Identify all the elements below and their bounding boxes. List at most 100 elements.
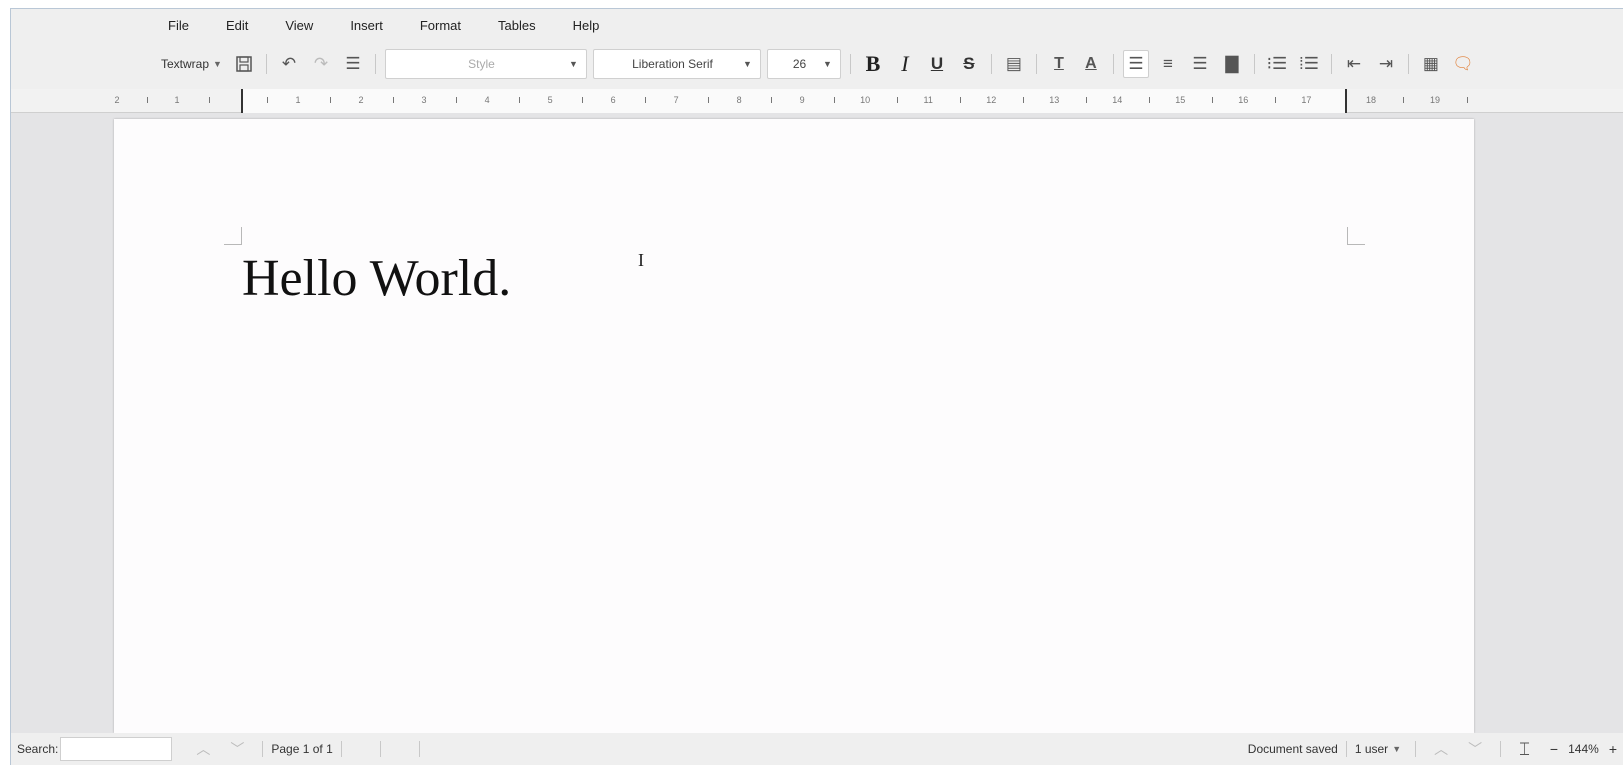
document-status: Document saved <box>1247 742 1338 756</box>
highlight-icon[interactable]: A <box>1078 50 1104 78</box>
ruler-tick <box>1022 97 1024 103</box>
font-size-select[interactable]: 26 ▼ <box>766 49 841 79</box>
statusbar-divider <box>262 741 264 757</box>
ruler-number: 12 <box>986 95 997 105</box>
menubar: File Edit View Insert Format Tables Help <box>11 9 1623 41</box>
ruler-number: 1 <box>174 95 180 105</box>
search-label: Search: <box>17 742 59 756</box>
toolbar-divider <box>374 54 376 74</box>
statusbar-divider <box>379 741 381 757</box>
align-center-icon[interactable]: ≡ <box>1155 50 1181 78</box>
menu-view[interactable]: View <box>285 18 313 33</box>
ruler-number: 2 <box>114 95 120 105</box>
ruler-number: 9 <box>799 95 805 105</box>
style-select-value: Style <box>468 57 495 71</box>
ruler-number: 2 <box>358 95 364 105</box>
toolbar: Textwrap ▼ ↶ ↷ ☰ Style ▼ Liberation Seri… <box>11 45 1623 83</box>
document-workspace: Hello World. I <box>11 113 1623 733</box>
ruler-tick <box>959 97 961 103</box>
align-right-icon[interactable]: ☰ <box>1187 50 1213 78</box>
document-text[interactable]: Hello World. <box>242 249 511 308</box>
page-info: Page 1 of 1 <box>271 742 333 756</box>
chevron-up-icon[interactable]: ︿ <box>1434 739 1448 759</box>
justify-icon[interactable]: ▇ <box>1219 50 1245 78</box>
ruler-tick <box>455 97 457 103</box>
margin-corner-mark <box>1347 227 1365 245</box>
ruler-tick <box>1403 97 1404 103</box>
fit-page-icon[interactable]: ⌶ <box>1519 739 1530 760</box>
comment-icon[interactable]: 🗨 <box>1450 50 1476 78</box>
search-input[interactable] <box>60 737 173 761</box>
ruler-tick <box>329 97 331 103</box>
ruler-number: 15 <box>1175 95 1186 105</box>
statusbar: Search: ︿ ﹀ Page 1 of 1 Document saved 1… <box>11 733 1623 765</box>
toolbar-divider <box>1253 54 1255 74</box>
numbered-list-icon[interactable]: ⁞☰ <box>1296 50 1322 78</box>
ruler-number: 14 <box>1112 95 1123 105</box>
chevron-down-icon: ▼ <box>823 59 832 69</box>
font-size-value: 26 <box>792 57 807 71</box>
document-page[interactable]: Hello World. I <box>114 119 1474 733</box>
zoom-in-button[interactable]: + <box>1609 741 1617 757</box>
toolbar-divider <box>1112 54 1114 74</box>
ruler-tick <box>392 97 394 103</box>
insert-table-icon[interactable]: ▦ <box>1418 50 1444 78</box>
ruler-tick <box>1148 97 1150 103</box>
ruler-text-area[interactable]: 1 2 3 4 5 6 7 8 9 10 11 12 13 14 15 16 17 <box>241 89 1347 113</box>
ruler-number: 18 <box>1365 95 1377 105</box>
align-left-icon[interactable]: ☰ <box>1122 50 1149 78</box>
clear-format-icon[interactable]: T <box>1046 50 1072 78</box>
margin-corner-mark <box>224 227 242 245</box>
ruler-tick <box>1085 97 1087 103</box>
zoom-out-button[interactable]: − <box>1550 741 1558 757</box>
redo-icon[interactable]: ↷ <box>308 50 334 78</box>
ruler-tick <box>707 97 709 103</box>
decrease-indent-icon[interactable]: ⇤ <box>1341 50 1367 78</box>
menu-insert[interactable]: Insert <box>350 18 383 33</box>
search-next-icon[interactable]: ﹀ <box>230 739 244 759</box>
ruler-tick <box>147 97 148 103</box>
style-select[interactable]: Style ▼ <box>384 49 587 79</box>
ruler-tick <box>1467 97 1468 103</box>
chevron-down-icon[interactable]: ﹀ <box>1468 739 1482 759</box>
statusbar-divider <box>418 741 420 757</box>
chevron-down-icon[interactable]: ▼ <box>1392 744 1401 754</box>
strikethrough-button[interactable]: S <box>956 50 982 78</box>
undo-icon[interactable]: ↶ <box>276 50 302 78</box>
app-window: File Edit View Insert Format Tables Help… <box>10 8 1623 765</box>
toolbar-divider <box>1330 54 1332 74</box>
menu-format[interactable]: Format <box>420 18 461 33</box>
menu-help[interactable]: Help <box>573 18 600 33</box>
ruler-tick <box>518 97 520 103</box>
users-count[interactable]: 1 user <box>1355 742 1388 756</box>
textwrap-dropdown[interactable]: Textwrap <box>161 57 209 71</box>
ruler-tick <box>896 97 898 103</box>
search-prev-icon[interactable]: ︿ <box>196 739 210 759</box>
menu-file[interactable]: File <box>168 18 189 33</box>
increase-indent-icon[interactable]: ⇥ <box>1373 50 1399 78</box>
toolbar-divider <box>1035 54 1037 74</box>
bold-button[interactable]: B <box>860 50 886 78</box>
chevron-down-icon: ▼ <box>743 59 752 69</box>
menu-tables[interactable]: Tables <box>498 18 536 33</box>
paragraph-format-icon[interactable]: ▤ <box>1001 50 1027 78</box>
statusbar-right: Document saved 1 user ▼ ︿ ﹀ ⌶ − 144% + <box>1248 733 1623 765</box>
menu-edit[interactable]: Edit <box>226 18 248 33</box>
text-cursor-icon: I <box>638 250 644 270</box>
chevron-down-icon[interactable]: ▼ <box>213 59 222 69</box>
font-name-select[interactable]: Liberation Serif ▼ <box>592 49 761 79</box>
ruler-number: 16 <box>1238 95 1249 105</box>
ruler-number: 4 <box>484 95 490 105</box>
save-icon[interactable] <box>231 50 257 78</box>
underline-button[interactable]: U <box>924 50 950 78</box>
bullet-list-icon[interactable]: ⁝☰ <box>1264 50 1290 78</box>
ruler-tick <box>644 97 646 103</box>
ruler-tick <box>581 97 583 103</box>
ruler-tick <box>1211 97 1213 103</box>
ruler-number: 1 <box>295 95 301 105</box>
format-paint-icon[interactable]: ☰ <box>340 50 366 78</box>
statusbar-divider <box>1415 741 1417 757</box>
italic-button[interactable]: I <box>892 50 918 78</box>
ruler-number: 17 <box>1301 95 1312 105</box>
zoom-level[interactable]: 144% <box>1568 742 1599 756</box>
